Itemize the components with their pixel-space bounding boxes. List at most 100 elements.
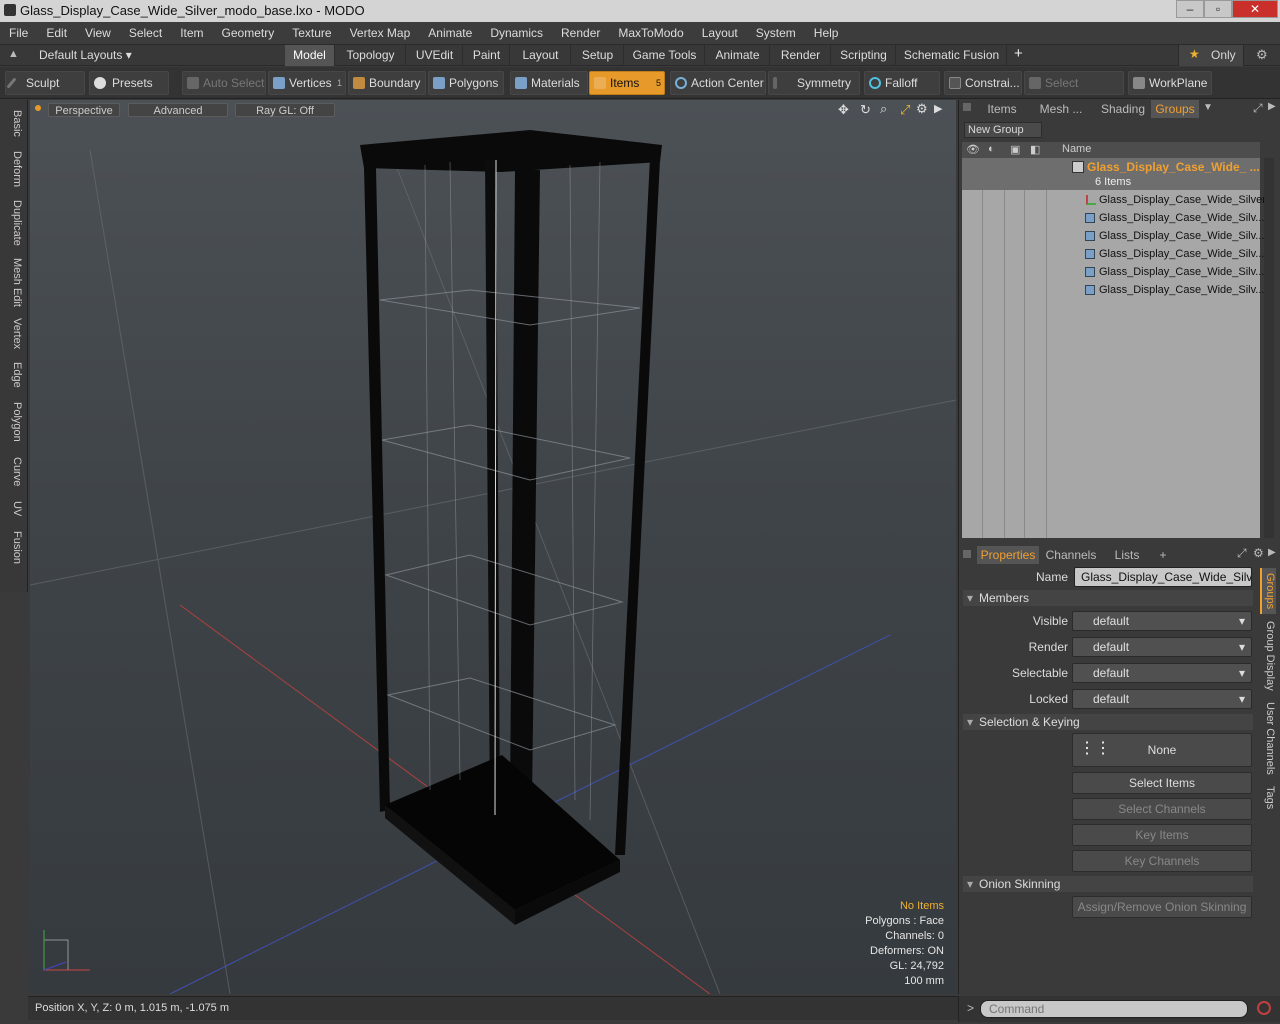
list-item[interactable]: Glass_Display_Case_Wide_Silv... xyxy=(962,263,1264,281)
record-icon[interactable] xyxy=(1257,1001,1271,1015)
tab-uvedit[interactable]: UVEdit xyxy=(407,45,463,66)
panel-menu-icon[interactable]: ▶ xyxy=(1268,101,1276,112)
settings-gear-icon[interactable]: ⚙ xyxy=(1253,546,1264,560)
sculpt-button[interactable]: Sculpt xyxy=(5,71,85,95)
select-channels-button[interactable]: Select Channels xyxy=(1072,798,1252,820)
tab-deform[interactable]: Deform xyxy=(3,146,23,192)
tab-basic[interactable]: Basic xyxy=(3,104,23,142)
menu-maxtomodo[interactable]: MaxToModo xyxy=(609,26,692,40)
name-column-header[interactable]: Name xyxy=(1062,143,1091,155)
tab-lists[interactable]: Lists xyxy=(1103,546,1151,564)
rotate-view-icon[interactable]: ↻ xyxy=(860,102,871,118)
none-button[interactable]: ⋮⋮ None xyxy=(1072,733,1252,767)
tab-schematic-fusion[interactable]: Schematic Fusion xyxy=(897,45,1007,66)
tab-polygon[interactable]: Polygon xyxy=(3,396,23,448)
minimize-button[interactable]: – xyxy=(1176,0,1204,18)
menu-view[interactable]: View xyxy=(76,26,120,40)
add-tab-icon[interactable]: + xyxy=(1155,546,1171,564)
expand-panel-icon[interactable]: ⤢ xyxy=(1253,101,1263,116)
auto-select-button[interactable]: Auto Select xyxy=(182,71,266,95)
tab-mesh[interactable]: Mesh ... xyxy=(1031,100,1091,118)
menu-dynamics[interactable]: Dynamics xyxy=(481,26,552,40)
tab-duplicate[interactable]: Duplicate xyxy=(3,196,23,250)
raygl-toggle[interactable]: Ray GL: Off xyxy=(235,103,335,117)
tab-render[interactable]: Render xyxy=(771,45,831,66)
default-layouts-dropdown[interactable]: Default Layouts ▾ xyxy=(39,48,132,62)
side-tab-group-display[interactable]: Group Display xyxy=(1260,618,1276,694)
menu-geometry[interactable]: Geometry xyxy=(213,26,284,40)
tab-model[interactable]: Model xyxy=(285,45,335,66)
key-channels-button[interactable]: Key Channels xyxy=(1072,850,1252,872)
select-column-icon[interactable]: ◧ xyxy=(1030,143,1040,156)
3d-viewport[interactable]: Perspective Advanced Ray GL: Off ✥ ↻ ⌕ ⤢… xyxy=(30,100,956,994)
render-column-icon[interactable]: ◐ xyxy=(988,143,995,155)
name-field[interactable]: Glass_Display_Case_Wide_Silver (6 xyxy=(1074,567,1252,587)
list-item[interactable]: Glass_Display_Case_Wide_Silv... xyxy=(962,281,1264,299)
viewport-dot-icon[interactable] xyxy=(35,105,41,111)
fit-view-icon[interactable]: ⤢ xyxy=(900,102,910,118)
viewport-menu-arrow-icon[interactable]: ▶ xyxy=(934,102,942,115)
tab-channels[interactable]: Channels xyxy=(1043,546,1099,564)
tab-vertex[interactable]: Vertex xyxy=(3,314,23,354)
menu-item[interactable]: Item xyxy=(171,26,212,40)
command-input[interactable] xyxy=(980,1000,1248,1018)
gear-icon[interactable]: ⚙ xyxy=(1256,47,1268,63)
tab-mesh-edit[interactable]: Mesh Edit xyxy=(3,254,23,310)
presets-button[interactable]: Presets xyxy=(89,71,169,95)
menu-animate[interactable]: Animate xyxy=(419,26,481,40)
tab-paint[interactable]: Paint xyxy=(464,45,510,66)
onion-skinning-section[interactable]: Onion Skinning xyxy=(963,876,1253,892)
symmetry-button[interactable]: Symmetry xyxy=(768,71,860,95)
tab-game-tools[interactable]: Game Tools xyxy=(625,45,705,66)
new-group-button[interactable]: New Group xyxy=(964,122,1042,138)
tab-edge[interactable]: Edge xyxy=(3,358,23,392)
boundary-button[interactable]: Boundary xyxy=(348,71,426,95)
menu-system[interactable]: System xyxy=(747,26,805,40)
menu-select[interactable]: Select xyxy=(120,26,171,40)
tab-fusion[interactable]: Fusion xyxy=(3,526,23,570)
menu-help[interactable]: Help xyxy=(805,26,848,40)
move-view-icon[interactable]: ✥ xyxy=(838,102,849,118)
locked-dropdown[interactable]: default xyxy=(1072,689,1252,709)
panel-grip-icon[interactable] xyxy=(963,103,971,111)
list-item[interactable]: Glass_Display_Case_Wide_Silv... xyxy=(962,227,1264,245)
expand-panel-icon[interactable]: ⤢ xyxy=(1237,546,1247,561)
viewport-settings-icon[interactable]: ⚙ xyxy=(916,101,928,117)
menu-render[interactable]: Render xyxy=(552,26,609,40)
tab-scripting[interactable]: Scripting xyxy=(832,45,896,66)
outliner-scrollbar[interactable] xyxy=(1264,158,1274,538)
close-button[interactable]: ✕ xyxy=(1232,0,1278,18)
tab-properties[interactable]: Properties xyxy=(977,546,1039,564)
menu-file[interactable]: File xyxy=(0,26,37,40)
list-item[interactable]: Glass_Display_Case_Wide_Silv... xyxy=(962,209,1264,227)
list-item[interactable]: Glass_Display_Case_Wide_Silver xyxy=(962,191,1266,209)
tab-topology[interactable]: Topology xyxy=(336,45,406,66)
collapse-icon[interactable]: ▲ xyxy=(8,48,19,60)
side-tab-user-channels[interactable]: User Channels xyxy=(1260,698,1276,778)
only-toggle[interactable]: ★ Only xyxy=(1178,45,1244,66)
select-items-button[interactable]: Select Items xyxy=(1072,772,1252,794)
key-items-button[interactable]: Key Items xyxy=(1072,824,1252,846)
panel-grip-icon[interactable] xyxy=(963,550,971,558)
menu-layout[interactable]: Layout xyxy=(693,26,747,40)
lock-column-icon[interactable]: ▣ xyxy=(1010,143,1020,156)
workplane-button[interactable]: WorkPlane xyxy=(1128,71,1212,95)
add-tab-button[interactable]: + xyxy=(1014,45,1023,62)
action-center-button[interactable]: Action Center xyxy=(670,71,766,95)
eye-column-icon[interactable]: 👁 xyxy=(966,143,980,156)
falloff-button[interactable]: Falloff xyxy=(864,71,940,95)
tab-shading[interactable]: Shading xyxy=(1093,100,1153,118)
tab-layout[interactable]: Layout xyxy=(511,45,571,66)
menu-edit[interactable]: Edit xyxy=(37,26,76,40)
members-section[interactable]: Members xyxy=(963,590,1253,606)
group-row[interactable]: Glass_Display_Case_Wide_ ... 6 Items xyxy=(962,158,1260,190)
vertices-button[interactable]: Vertices 1 xyxy=(268,71,346,95)
polygons-button[interactable]: Polygons xyxy=(428,71,504,95)
shading-advanced-dropdown[interactable]: Advanced xyxy=(128,103,228,117)
selectable-dropdown[interactable]: default xyxy=(1072,663,1252,683)
panel-menu-icon[interactable]: ▶ xyxy=(1268,547,1276,558)
render-dropdown[interactable]: default xyxy=(1072,637,1252,657)
maximize-button[interactable]: ▫ xyxy=(1204,0,1232,18)
items-button[interactable]: Items 5 xyxy=(589,71,665,95)
select-through-button[interactable]: Select Through xyxy=(1024,71,1124,112)
